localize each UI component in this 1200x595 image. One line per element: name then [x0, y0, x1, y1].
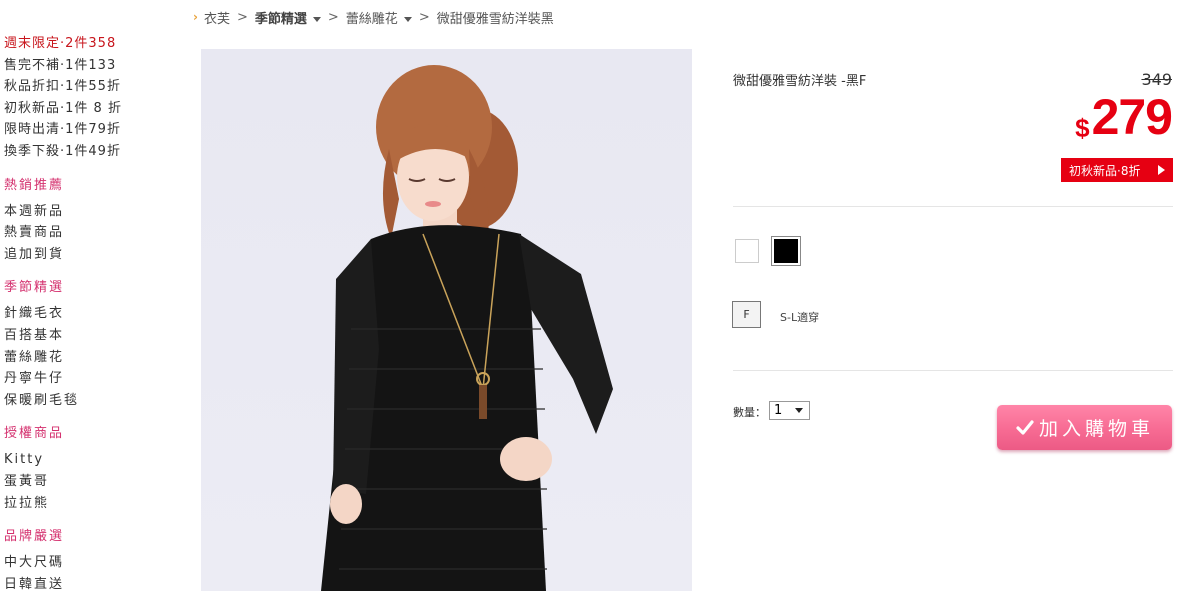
play-arrow-icon [1158, 165, 1165, 175]
color-swatch-black[interactable] [771, 236, 801, 266]
color-swatch-black-fill [774, 239, 798, 263]
divider [733, 206, 1173, 207]
sidebar-item-restocked[interactable]: 追加到貨 [4, 244, 184, 266]
breadcrumb-arrow-icon: › [193, 10, 198, 24]
caret-down-icon [795, 408, 803, 413]
sidebar-item-basics[interactable]: 百搭基本 [4, 325, 184, 347]
sale-price: $ 279 [1075, 88, 1173, 146]
sidebar-section-title: 授權商品 [4, 426, 65, 442]
sidebar-item-rilakkuma[interactable]: 拉拉熊 [4, 493, 184, 515]
breadcrumb-separator: > [236, 9, 248, 25]
original-price: 349 [1141, 70, 1172, 89]
product-image[interactable] [201, 49, 692, 591]
color-swatch-white[interactable] [735, 239, 759, 263]
sidebar-promo-season-change[interactable]: 換季下殺·1件49折 [4, 141, 184, 163]
breadcrumb-item-category[interactable]: 蕾絲雕花 [346, 8, 412, 27]
sidebar-item-knitwear[interactable]: 針織毛衣 [4, 303, 184, 325]
size-option-f[interactable]: F [732, 301, 761, 328]
quantity-label: 數量： [733, 406, 766, 419]
currency-symbol: $ [1075, 113, 1090, 143]
caret-down-icon[interactable] [312, 16, 321, 22]
sidebar-section-title: 品牌嚴選 [4, 529, 65, 545]
breadcrumb-item-season[interactable]: 季節精選 [255, 8, 321, 27]
quantity-select[interactable]: 1 [769, 401, 810, 420]
sidebar-item-kitty[interactable]: Kitty [4, 449, 184, 471]
sidebar-promo-early-autumn[interactable]: 初秋新品·1件 8 折 [4, 98, 184, 120]
quantity-value: 1 [774, 403, 783, 418]
promo-badge[interactable]: 初秋新品·8折 [1061, 158, 1173, 182]
sidebar-item-hot-sellers[interactable]: 熱賣商品 [4, 222, 184, 244]
sidebar-section-title: 季節精選 [4, 280, 65, 296]
sidebar-item-new-this-week[interactable]: 本週新品 [4, 201, 184, 223]
product-title: 微甜優雅雪紡洋裝 -黑F [733, 74, 867, 89]
sidebar-item-lace[interactable]: 蕾絲雕花 [4, 347, 184, 369]
size-note: S-L適穿 [780, 311, 820, 324]
sidebar-item-gudetama[interactable]: 蛋黃哥 [4, 471, 184, 493]
sidebar-section-title: 熱銷推薦 [4, 177, 65, 193]
breadcrumb-item-brand[interactable]: 衣芙 [204, 8, 230, 27]
promo-badge-label: 初秋新品·8折 [1069, 163, 1141, 178]
add-to-cart-button[interactable]: 加入購物車 [997, 405, 1172, 450]
breadcrumb-separator: > [327, 9, 339, 25]
sidebar-promo-soldout[interactable]: 售完不補·1件133 [4, 55, 184, 77]
caret-down-icon[interactable] [403, 16, 412, 22]
sale-price-amount: 279 [1091, 89, 1173, 145]
check-icon [1016, 419, 1034, 435]
breadcrumb-item-product: 微甜優雅雪紡洋裝黑 [436, 11, 554, 27]
sidebar-item-plus-size[interactable]: 中大尺碼 [4, 552, 184, 574]
sidebar: 週末限定·2件358 售完不補·1件133 秋品折扣·1件55折 初秋新品·1件… [4, 33, 184, 595]
sidebar-promo-weekend[interactable]: 週末限定·2件358 [4, 33, 184, 55]
sidebar-item-denim[interactable]: 丹寧牛仔 [4, 368, 184, 390]
model-photo-illustration [321, 65, 613, 591]
sidebar-promo-clearance[interactable]: 限時出清·1件79折 [4, 119, 184, 141]
sidebar-item-import[interactable]: 日韓直送 [4, 574, 184, 595]
breadcrumb-separator: > [418, 9, 430, 25]
add-to-cart-label: 加入購物車 [1038, 418, 1154, 440]
sidebar-item-fleece[interactable]: 保暖刷毛毯 [4, 390, 184, 412]
breadcrumb: › 衣芙 > 季節精選 > 蕾絲雕花 > 微甜優雅雪紡洋裝黑 [193, 8, 554, 27]
divider [733, 370, 1173, 371]
sidebar-promo-autumn-discount[interactable]: 秋品折扣·1件55折 [4, 76, 184, 98]
